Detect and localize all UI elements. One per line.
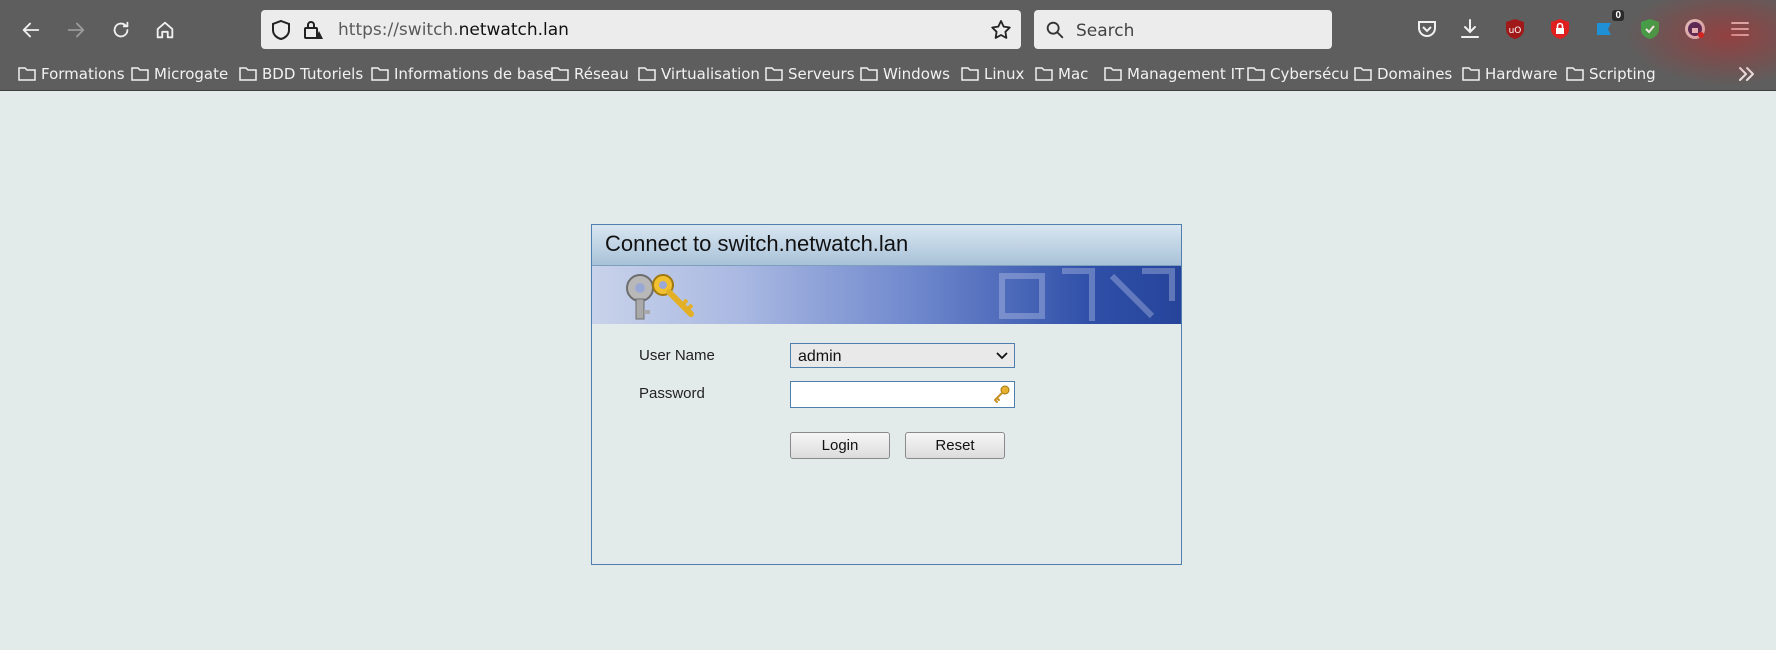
bookmark-label: Windows bbox=[883, 65, 950, 83]
dialog-title: Connect to switch.netwatch.lan bbox=[605, 231, 909, 256]
password-manager-extension-button[interactable] bbox=[1547, 16, 1573, 42]
reload-icon bbox=[113, 21, 129, 38]
home-icon bbox=[156, 21, 174, 39]
reset-button[interactable]: Reset bbox=[905, 432, 1005, 459]
folder-icon bbox=[1566, 67, 1584, 81]
bookmark-folder-domaines[interactable]: Domaines bbox=[1354, 63, 1452, 85]
bookmark-folder-linux[interactable]: Linux bbox=[961, 63, 1024, 85]
browser-toolbar: https://switch.netwatch.lan Search uO 0 bbox=[0, 0, 1776, 58]
folder-icon bbox=[860, 67, 878, 81]
bookmark-folder-scripting[interactable]: Scripting bbox=[1566, 63, 1656, 85]
downloads-button[interactable] bbox=[1457, 16, 1483, 42]
download-icon bbox=[1461, 19, 1479, 38]
hamburger-menu-icon bbox=[1731, 22, 1749, 36]
folder-icon bbox=[18, 67, 36, 81]
bookmark-label: Microgate bbox=[154, 65, 229, 83]
bookmark-folder-reseau[interactable]: Réseau bbox=[551, 63, 629, 85]
bookmark-label: Formations bbox=[41, 65, 125, 83]
bookmark-folder-bdd-tutoriels[interactable]: BDD Tutoriels bbox=[239, 63, 363, 85]
folder-icon bbox=[1462, 67, 1480, 81]
pocket-icon bbox=[1418, 21, 1436, 37]
home-button[interactable] bbox=[147, 12, 183, 48]
bookmark-label: BDD Tutoriels bbox=[262, 65, 364, 83]
arrow-left-icon bbox=[22, 22, 40, 38]
search-bar[interactable]: Search bbox=[1034, 10, 1332, 49]
green-shield-check-icon bbox=[1641, 19, 1659, 39]
bookmark-label: Domaines bbox=[1377, 65, 1453, 83]
dialog-title-bar: Connect to switch.netwatch.lan bbox=[592, 225, 1181, 266]
chevron-double-right-icon[interactable] bbox=[1734, 62, 1760, 86]
chevron-down-icon bbox=[996, 352, 1008, 360]
keys-icon bbox=[626, 274, 694, 320]
folder-icon bbox=[1035, 67, 1053, 81]
folder-icon bbox=[131, 67, 149, 81]
bookmark-label: Mac bbox=[1058, 65, 1089, 83]
bookmark-folder-informations-de-base[interactable]: Informations de base bbox=[371, 63, 553, 85]
bookmark-star-icon[interactable] bbox=[989, 18, 1013, 42]
ublock-shield-icon: uO bbox=[1506, 19, 1524, 39]
lock-warning-icon[interactable] bbox=[301, 18, 325, 42]
key-icon[interactable] bbox=[992, 384, 1012, 404]
bookmark-label: Linux bbox=[984, 65, 1025, 83]
reload-button[interactable] bbox=[103, 12, 139, 48]
folder-icon bbox=[371, 67, 389, 81]
password-input[interactable] bbox=[790, 381, 1015, 408]
bookmark-folder-hardware[interactable]: Hardware bbox=[1462, 63, 1557, 85]
svg-text:uO: uO bbox=[1509, 26, 1522, 36]
url-prefix: https://switch. bbox=[338, 20, 459, 40]
url-host: netwatch.lan bbox=[458, 20, 569, 40]
search-placeholder: Search bbox=[1076, 21, 1135, 41]
bookmarks-bar: Formations Microgate BDD Tutoriels Infor… bbox=[0, 58, 1776, 91]
ublock-extension-button[interactable]: uO bbox=[1502, 16, 1528, 42]
bookmark-folder-management-it[interactable]: Management IT bbox=[1104, 63, 1244, 85]
search-icon bbox=[1046, 21, 1064, 39]
menu-button[interactable] bbox=[1727, 16, 1753, 42]
bookmark-folder-serveurs[interactable]: Serveurs bbox=[765, 63, 855, 85]
login-button[interactable]: Login bbox=[790, 432, 890, 459]
bookmark-folder-cybersecu[interactable]: Cybersécu bbox=[1247, 63, 1349, 85]
extension-badge: 0 bbox=[1612, 10, 1624, 21]
password-label: Password bbox=[639, 385, 705, 402]
pocket-button[interactable] bbox=[1414, 16, 1440, 42]
bookmark-folder-mac[interactable]: Mac bbox=[1035, 63, 1088, 85]
folder-icon bbox=[239, 67, 257, 81]
bookmark-label: Hardware bbox=[1485, 65, 1558, 83]
login-dialog: Connect to switch.netwatch.lan User Name… bbox=[591, 224, 1182, 565]
back-button[interactable] bbox=[13, 12, 49, 48]
bookmark-folder-virtualisation[interactable]: Virtualisation bbox=[638, 63, 760, 85]
privacy-extension-button[interactable] bbox=[1682, 16, 1708, 42]
folder-icon bbox=[961, 67, 979, 81]
bookmark-label: Informations de base bbox=[394, 65, 553, 83]
login-banner bbox=[592, 266, 1181, 324]
bookmark-label: Virtualisation bbox=[661, 65, 760, 83]
forward-button[interactable] bbox=[58, 12, 94, 48]
folder-icon bbox=[551, 67, 569, 81]
red-lock-icon bbox=[1551, 19, 1569, 39]
banner-watermark bbox=[999, 268, 1175, 321]
username-value: admin bbox=[798, 348, 842, 365]
blue-extension-button[interactable]: 0 bbox=[1592, 10, 1624, 42]
shield-icon[interactable] bbox=[269, 18, 293, 42]
folder-icon bbox=[1104, 67, 1122, 81]
url-text[interactable]: https://switch.netwatch.lan bbox=[338, 20, 569, 40]
bookmark-label: Scripting bbox=[1589, 65, 1656, 83]
folder-icon bbox=[765, 67, 783, 81]
username-select[interactable]: admin bbox=[790, 343, 1015, 368]
username-label: User Name bbox=[639, 347, 715, 364]
bookmark-folder-formations[interactable]: Formations bbox=[18, 63, 125, 85]
bookmark-folder-windows[interactable]: Windows bbox=[860, 63, 950, 85]
arrow-right-icon bbox=[67, 22, 85, 38]
folder-icon bbox=[1247, 67, 1265, 81]
bookmark-label: Management IT bbox=[1127, 65, 1245, 83]
folder-icon bbox=[1354, 67, 1372, 81]
bookmark-label: Cybersécu bbox=[1270, 65, 1350, 83]
address-bar[interactable]: https://switch.netwatch.lan bbox=[261, 10, 1021, 49]
folder-icon bbox=[638, 67, 656, 81]
bookmark-folder-microgate[interactable]: Microgate bbox=[131, 63, 228, 85]
green-extension-button[interactable] bbox=[1637, 16, 1663, 42]
bookmark-label: Réseau bbox=[574, 65, 629, 83]
privacy-lock-icon bbox=[1685, 19, 1705, 39]
bookmark-label: Serveurs bbox=[788, 65, 855, 83]
